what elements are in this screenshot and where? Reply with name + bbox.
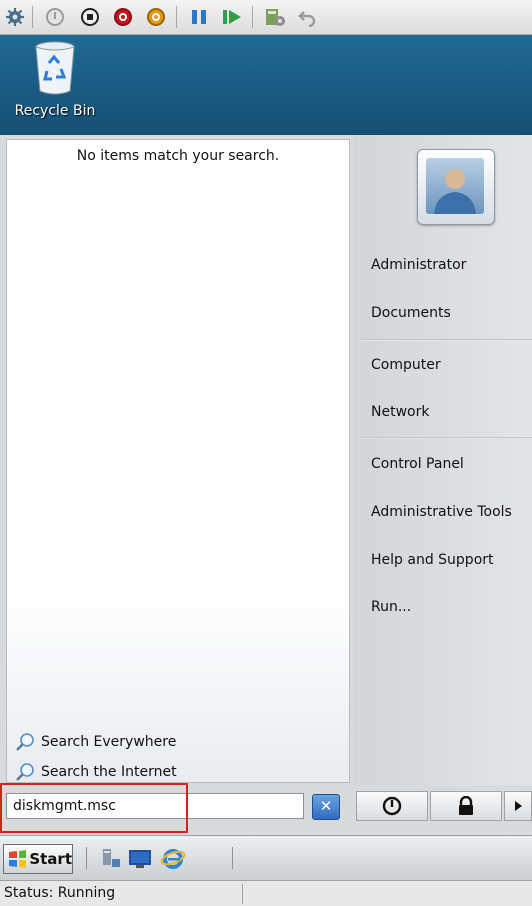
pause-icon[interactable] bbox=[187, 5, 211, 29]
search-icon bbox=[16, 763, 34, 781]
start-menu: No items match your search. Search Every… bbox=[0, 135, 532, 835]
search-internet-link[interactable]: Search the Internet bbox=[15, 762, 177, 782]
power-icon bbox=[382, 796, 402, 816]
menu-divider bbox=[361, 437, 532, 439]
close-icon: ✕ bbox=[319, 797, 333, 815]
menu-item-administrative-tools[interactable]: Administrative Tools bbox=[371, 504, 512, 520]
menu-item-administrator[interactable]: Administrator bbox=[371, 257, 466, 273]
power-off-icon[interactable] bbox=[43, 5, 67, 29]
search-results-pane: No items match your search. Search Every… bbox=[6, 139, 350, 783]
status-bar: Status: Running bbox=[0, 880, 532, 906]
start-menu-bottom-bar: diskmgmt.msc ✕ bbox=[0, 783, 532, 835]
taskbar-divider bbox=[232, 847, 233, 869]
menu-item-computer[interactable]: Computer bbox=[371, 357, 441, 373]
search-icon bbox=[16, 733, 34, 751]
desktop: Recycle Bin bbox=[0, 35, 532, 135]
search-input-highlight bbox=[0, 783, 188, 833]
recycle-bin-icon bbox=[35, 41, 75, 95]
server-manager-icon[interactable] bbox=[100, 847, 122, 873]
toolbar-divider bbox=[32, 6, 33, 28]
menu-divider bbox=[361, 339, 532, 341]
menu-item-help-and-support[interactable]: Help and Support bbox=[371, 552, 494, 568]
shutdown-icon[interactable] bbox=[111, 5, 135, 29]
settings-icon[interactable] bbox=[3, 5, 27, 29]
clear-search-button[interactable]: ✕ bbox=[312, 794, 340, 820]
power-options-arrow-button[interactable] bbox=[504, 791, 532, 821]
windows-logo-icon bbox=[9, 850, 27, 868]
chevron-right-icon bbox=[515, 801, 522, 811]
status-divider bbox=[242, 884, 243, 904]
search-everywhere-label: Search Everywhere bbox=[41, 734, 177, 750]
shutdown-button[interactable] bbox=[356, 791, 428, 821]
play-icon[interactable] bbox=[220, 5, 244, 29]
lock-icon bbox=[459, 796, 473, 815]
internet-explorer-icon[interactable] bbox=[160, 846, 186, 874]
recycle-bin-label: Recycle Bin bbox=[14, 103, 96, 119]
search-internet-label: Search the Internet bbox=[41, 764, 177, 780]
lock-button[interactable] bbox=[430, 791, 502, 821]
start-menu-right-pane: Administrator Documents Computer Network… bbox=[353, 135, 532, 785]
avatar[interactable] bbox=[417, 149, 495, 225]
menu-item-network[interactable]: Network bbox=[371, 404, 429, 420]
toolbar-divider bbox=[252, 6, 253, 28]
user-icon bbox=[426, 158, 484, 214]
taskbar: Start bbox=[0, 835, 532, 881]
status-text: Status: Running bbox=[4, 885, 116, 901]
no-results-message: No items match your search. bbox=[76, 148, 280, 164]
snapshot-icon[interactable] bbox=[263, 5, 287, 29]
taskbar-divider bbox=[86, 847, 87, 869]
power-icon[interactable] bbox=[144, 5, 168, 29]
revert-icon[interactable] bbox=[296, 5, 320, 29]
start-label: Start bbox=[29, 850, 72, 868]
menu-item-documents[interactable]: Documents bbox=[371, 305, 451, 321]
menu-item-control-panel[interactable]: Control Panel bbox=[371, 456, 464, 472]
powershell-icon[interactable] bbox=[128, 847, 152, 873]
start-button[interactable]: Start bbox=[3, 844, 73, 874]
stop-icon[interactable] bbox=[78, 5, 102, 29]
toolbar-divider bbox=[176, 6, 177, 28]
recycle-bin[interactable]: Recycle Bin bbox=[10, 39, 100, 119]
search-everywhere-link[interactable]: Search Everywhere bbox=[15, 732, 176, 752]
vm-toolbar bbox=[0, 0, 532, 35]
menu-item-run[interactable]: Run... bbox=[371, 599, 411, 615]
